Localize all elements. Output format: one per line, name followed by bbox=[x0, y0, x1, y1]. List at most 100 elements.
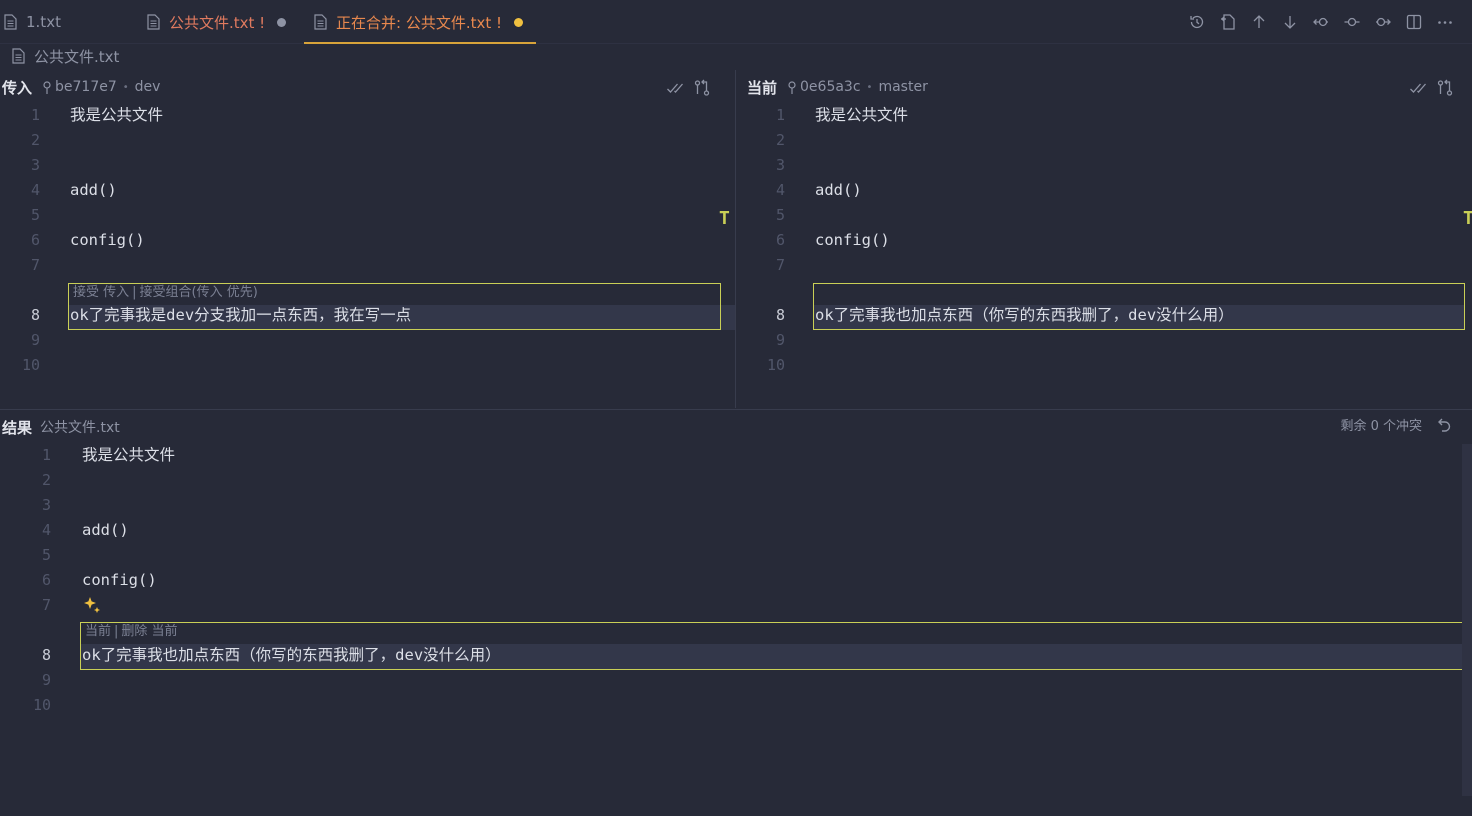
code-line[interactable]: 我是公共文件 bbox=[70, 103, 163, 128]
line-number: 7 bbox=[41, 596, 51, 614]
incoming-pane: 传入 be717e7 • dev 1 我是公共文件 2 3 4 add() 5 6 config… bbox=[0, 70, 735, 408]
file-icon bbox=[12, 48, 25, 64]
unsaved-dot-icon[interactable] bbox=[277, 17, 287, 27]
tab-1-txt[interactable]: 1.txt bbox=[4, 0, 61, 44]
line-number: 8 bbox=[41, 646, 51, 664]
remove-current-link[interactable]: 删除 当前 bbox=[121, 624, 177, 639]
incoming-commit: be717e7 bbox=[42, 79, 117, 95]
previous-change-button[interactable] bbox=[1305, 10, 1336, 34]
line-number: 2 bbox=[775, 131, 785, 149]
line-number: 10 bbox=[21, 356, 40, 374]
breadcrumb-file: 公共文件.txt bbox=[34, 47, 120, 66]
incoming-actions bbox=[661, 78, 715, 98]
result-codelens: 当前 | 删除 当前 bbox=[85, 622, 178, 642]
line-number: 5 bbox=[30, 206, 40, 224]
separator-dot: • bbox=[866, 81, 873, 93]
git-commit-icon bbox=[788, 81, 796, 94]
commit-button[interactable] bbox=[1336, 10, 1367, 34]
split-editor-button[interactable] bbox=[1398, 10, 1429, 34]
current-pane: 当前 0e65a3c • master 1 我是公共文件 2 3 4 add() 5 6 con… bbox=[745, 70, 1472, 408]
next-change-button[interactable] bbox=[1367, 10, 1398, 34]
incoming-title: 传入 bbox=[2, 78, 33, 97]
line-number: 3 bbox=[41, 496, 51, 514]
compare-current-button[interactable] bbox=[1431, 78, 1458, 98]
code-line[interactable]: config() bbox=[82, 568, 157, 593]
tab-label: 1.txt bbox=[26, 13, 61, 31]
current-commit: 0e65a3c bbox=[787, 79, 861, 95]
line-number: 6 bbox=[30, 231, 40, 249]
minimap-conflict-marker: T bbox=[719, 208, 730, 229]
check-all-icon bbox=[666, 83, 683, 93]
open-file-button[interactable] bbox=[1212, 10, 1243, 34]
conflicts-remaining: 剩余 0 个冲突 bbox=[1340, 419, 1422, 434]
tab-merge-public-file[interactable]: 正在合并: 公共文件.txt ! bbox=[314, 0, 524, 44]
scrollbar[interactable] bbox=[1462, 444, 1472, 796]
result-file: 公共文件.txt bbox=[40, 420, 120, 436]
accept-incoming-link[interactable]: 接受 传入 bbox=[73, 285, 129, 300]
compare-changes-icon bbox=[1437, 79, 1452, 96]
incoming-branch: dev bbox=[134, 79, 161, 95]
compare-changes-icon bbox=[694, 79, 709, 96]
code-line[interactable]: 我是公共文件 bbox=[815, 103, 908, 128]
history-icon bbox=[1189, 15, 1203, 29]
tab-label: 正在合并: 公共文件.txt ! bbox=[336, 13, 503, 32]
current-branch: master bbox=[878, 79, 928, 95]
sparkle-icon[interactable] bbox=[82, 596, 102, 616]
pane-divider[interactable] bbox=[735, 70, 736, 408]
file-icon bbox=[314, 14, 327, 30]
line-number: 9 bbox=[30, 331, 40, 349]
current-commit-hash: 0e65a3c bbox=[800, 79, 861, 95]
breadcrumb[interactable]: 公共文件.txt bbox=[12, 45, 119, 67]
line-number: 4 bbox=[41, 521, 51, 539]
editor-toolbar bbox=[1181, 10, 1460, 34]
current-label: 当前 bbox=[85, 624, 112, 639]
more-actions-button[interactable] bbox=[1429, 10, 1460, 34]
code-line[interactable]: ok了完事我是dev分支我加一点东西，我在写一点 bbox=[70, 303, 411, 328]
file-icon bbox=[4, 14, 17, 30]
active-tab-indicator bbox=[304, 42, 536, 44]
history-button[interactable] bbox=[1181, 10, 1212, 34]
code-line[interactable]: add() bbox=[70, 178, 117, 203]
compare-incoming-button[interactable] bbox=[688, 78, 715, 98]
codelens-separator: | bbox=[114, 624, 119, 639]
codelens-separator: | bbox=[132, 285, 137, 300]
previous-conflict-button[interactable] bbox=[1243, 10, 1274, 34]
arrow-down-icon bbox=[1284, 16, 1295, 29]
line-number: 3 bbox=[775, 156, 785, 174]
line-number: 7 bbox=[30, 256, 40, 274]
arrow-up-icon bbox=[1253, 15, 1264, 28]
tab-public-file[interactable]: 公共文件.txt ! bbox=[147, 0, 287, 44]
undo-icon[interactable] bbox=[1434, 417, 1454, 437]
code-line[interactable]: 我是公共文件 bbox=[82, 443, 175, 468]
previous-change-icon bbox=[1312, 17, 1328, 27]
incoming-header: 传入 be717e7 • dev bbox=[0, 70, 735, 104]
accept-all-incoming-button[interactable] bbox=[661, 78, 688, 98]
line-number: 1 bbox=[775, 106, 785, 124]
tab-bar: 1.txt 公共文件.txt ! 正在合并: 公共文件.txt ! bbox=[0, 0, 1472, 44]
accept-all-current-button[interactable] bbox=[1404, 78, 1431, 98]
current-header: 当前 0e65a3c • master bbox=[745, 70, 1472, 104]
code-line[interactable]: ok了完事我也加点东西（你写的东西我删了，dev没什么用） bbox=[82, 643, 501, 668]
code-line[interactable]: ok了完事我也加点东西（你写的东西我删了，dev没什么用） bbox=[815, 303, 1234, 328]
line-number: 10 bbox=[766, 356, 785, 374]
open-file-icon bbox=[1220, 14, 1235, 30]
code-line[interactable]: add() bbox=[82, 518, 129, 543]
next-change-icon bbox=[1375, 17, 1391, 27]
code-line[interactable]: add() bbox=[815, 178, 862, 203]
line-number: 5 bbox=[775, 206, 785, 224]
code-line[interactable]: config() bbox=[815, 228, 890, 253]
unsaved-dot-icon[interactable] bbox=[514, 17, 524, 27]
line-number: 8 bbox=[775, 306, 785, 324]
separator-dot: • bbox=[122, 81, 129, 93]
next-conflict-button[interactable] bbox=[1274, 10, 1305, 34]
current-title: 当前 bbox=[747, 78, 778, 97]
code-line[interactable]: config() bbox=[70, 228, 145, 253]
line-number: 2 bbox=[41, 471, 51, 489]
file-icon bbox=[147, 14, 160, 30]
line-number: 3 bbox=[30, 156, 40, 174]
line-number: 7 bbox=[775, 256, 785, 274]
line-number: 9 bbox=[41, 671, 51, 689]
result-header: 结果 公共文件.txt 剩余 0 个冲突 bbox=[0, 410, 1472, 444]
accept-combination-link[interactable]: 接受组合(传入 优先) bbox=[140, 285, 258, 300]
line-number: 6 bbox=[775, 231, 785, 249]
